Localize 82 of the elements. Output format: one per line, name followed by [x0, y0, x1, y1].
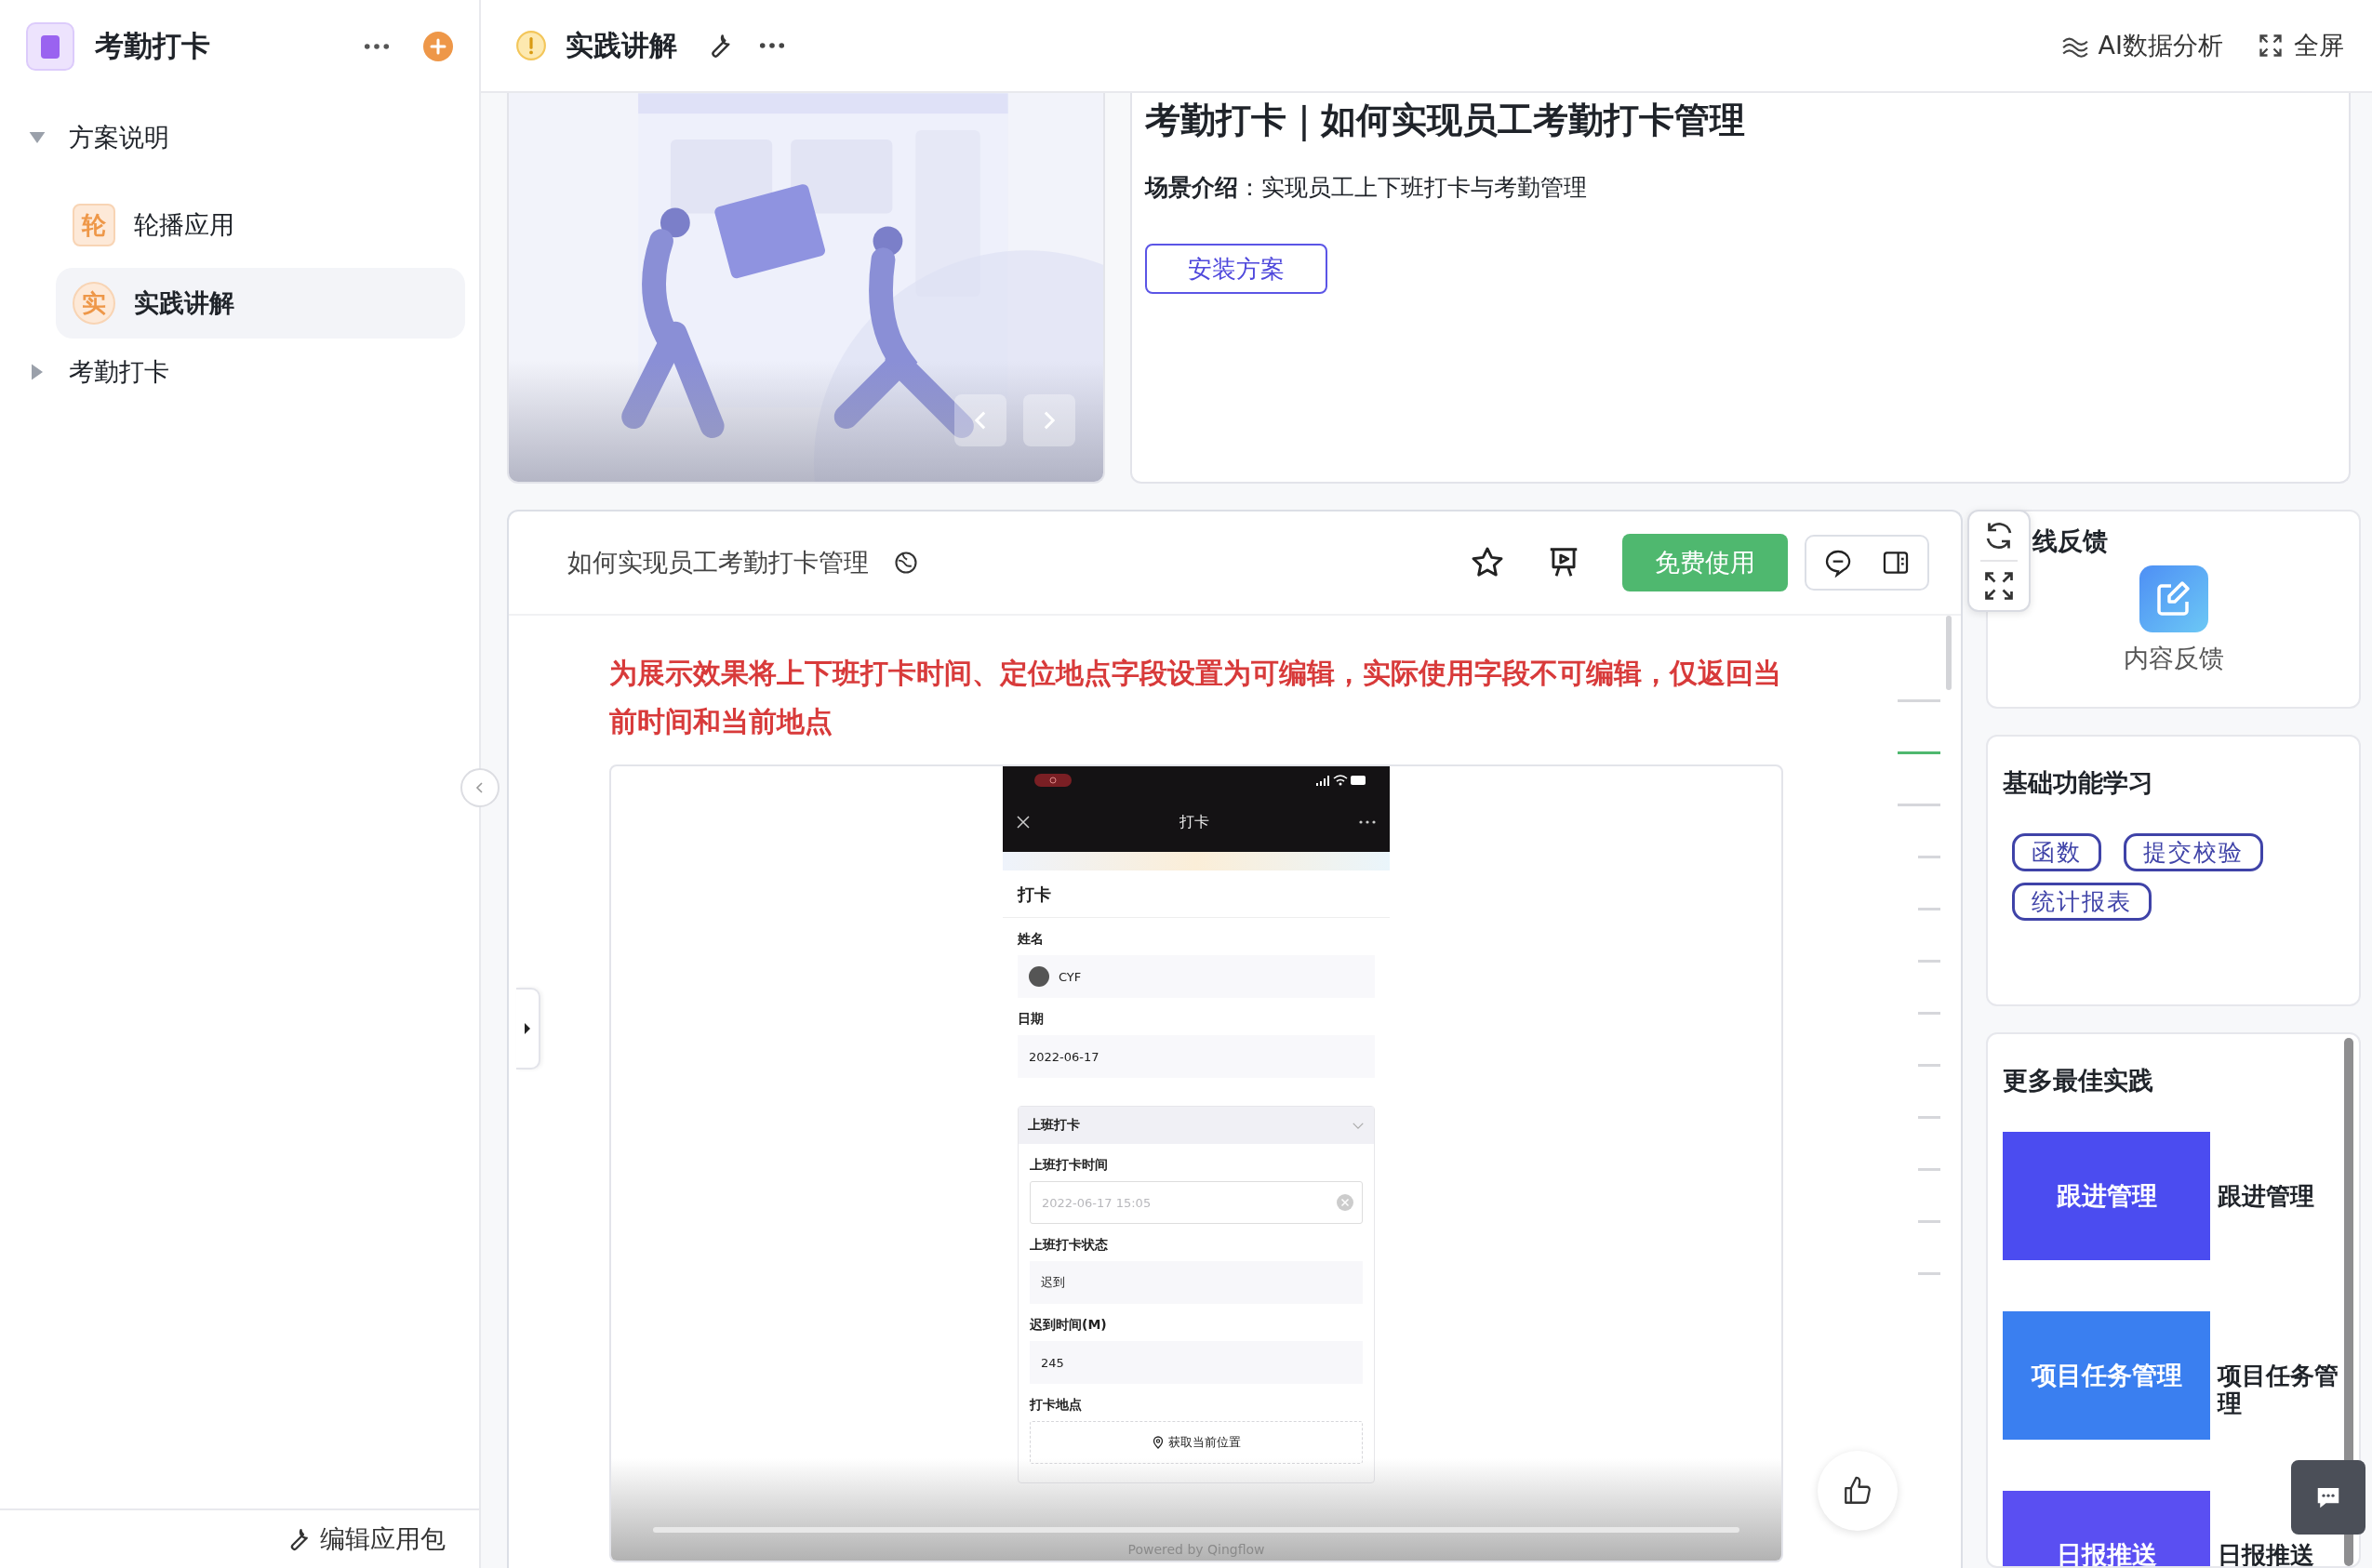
warning-icon: [515, 30, 547, 61]
expand-icon[interactable]: [1982, 569, 2016, 603]
analysis-button[interactable]: AI数据分析: [2060, 29, 2223, 62]
item-badge: 轮: [73, 204, 115, 246]
comment-icon[interactable]: [1823, 548, 1853, 578]
text-field[interactable]: 迟到: [1030, 1261, 1363, 1304]
chevron-down-icon: [1352, 1121, 1365, 1130]
text-field[interactable]: 245: [1030, 1341, 1363, 1384]
name-field[interactable]: CYF: [1018, 955, 1375, 998]
tree-item[interactable]: 轮 轮播应用: [56, 190, 465, 260]
expand-tab[interactable]: [516, 988, 540, 1070]
edit-icon: [2139, 565, 2208, 632]
outline-marker[interactable]: [1918, 1064, 1940, 1067]
status-icons: [1315, 774, 1367, 787]
solution-title: 考勤打卡｜如何实现员工考勤打卡管理: [1145, 99, 1746, 143]
clipboard-icon: [26, 22, 74, 71]
tree-item[interactable]: 考勤打卡: [26, 346, 453, 398]
add-icon[interactable]: [423, 32, 453, 61]
fullscreen-button[interactable]: 全屏: [2257, 29, 2344, 62]
install-button[interactable]: 安装方案: [1145, 244, 1327, 294]
outline-marker[interactable]: [1918, 1168, 1940, 1171]
outline-marker[interactable]: [1918, 908, 1940, 910]
previous-button[interactable]: [954, 394, 1006, 446]
practice-thumbnail[interactable]: 跟进管理: [2003, 1132, 2210, 1260]
get-location-button[interactable]: 获取当前位置: [1030, 1421, 1363, 1464]
more-icon[interactable]: [364, 43, 390, 50]
thumbs-up-icon: [1842, 1475, 1873, 1507]
item-badge: 实: [73, 282, 115, 325]
card-title: 基础功能学习: [2003, 767, 2154, 799]
practice-thumbnail[interactable]: 项目任务管理: [2003, 1311, 2210, 1440]
chevron-right-icon: [1044, 411, 1055, 430]
outline-marker[interactable]: [1898, 699, 1940, 702]
field-label: 打卡地点: [1030, 1396, 1083, 1414]
recording-icon: [1034, 774, 1072, 787]
outline-marker[interactable]: [1918, 1272, 1940, 1275]
field-label: 姓名: [1018, 930, 1045, 948]
fullscreen-icon: [2257, 33, 2285, 59]
close-icon[interactable]: [1016, 815, 1031, 830]
practice-link[interactable]: 跟进管理: [2218, 1182, 2348, 1210]
edit-package-button[interactable]: 编辑应用包: [285, 1522, 446, 1556]
more-icon[interactable]: [1358, 819, 1377, 825]
outline-marker[interactable]: [1918, 1012, 1940, 1015]
outline-marker[interactable]: [1918, 1220, 1940, 1223]
card-title: 更多最佳实践: [2003, 1065, 2154, 1096]
more-icon[interactable]: [759, 42, 785, 49]
notice-text: 为展示效果将上下班打卡时间、定位地点字段设置为可编辑，实际使用字段不可编辑，仅返回当前时间和当前地点: [609, 656, 1782, 739]
palette-icon[interactable]: [893, 550, 919, 576]
location-pin-icon: [1152, 1436, 1164, 1449]
nav-title: 打卡: [1179, 812, 1210, 832]
practice-link[interactable]: 项目任务管理: [2218, 1362, 2348, 1417]
outline-marker[interactable]: [1898, 804, 1940, 806]
section-header[interactable]: 上班打卡: [1019, 1107, 1374, 1144]
scene-intro: 场景介绍：实现员工上下班打卡与考勤管理: [1145, 173, 1588, 203]
topic-tag[interactable]: 提交校验: [2124, 833, 2263, 871]
next-button[interactable]: [1023, 394, 1075, 446]
outline-marker[interactable]: [1898, 751, 1940, 754]
topic-tag[interactable]: 统计报表: [2012, 883, 2152, 921]
content-feedback-button[interactable]: 内容反馈: [2123, 565, 2224, 675]
app-title: 考勤打卡: [95, 28, 211, 64]
card-title: 线反馈: [2032, 525, 2109, 557]
tree-item[interactable]: 方案说明: [26, 112, 453, 164]
scrollbar[interactable]: [653, 1527, 1739, 1533]
page-title: 实践讲解: [566, 27, 677, 63]
document-title: 如何实现员工考勤打卡管理: [567, 547, 869, 578]
collapse-button[interactable]: [460, 768, 500, 807]
outline-marker[interactable]: [1918, 1116, 1940, 1119]
outline-marker[interactable]: [1918, 960, 1940, 963]
chat-button[interactable]: [2291, 1460, 2365, 1535]
like-button[interactable]: [1818, 1451, 1898, 1531]
triangle-right-icon: [523, 1021, 532, 1036]
outline-marker[interactable]: [1918, 856, 1940, 858]
field-label: 上班打卡时间: [1030, 1156, 1109, 1174]
field-label: 日期: [1018, 1010, 1045, 1028]
date-field[interactable]: 2022-06-17: [1018, 1035, 1375, 1078]
chevron-left-icon: [975, 411, 986, 430]
field-label: 上班打卡状态: [1030, 1236, 1109, 1254]
scrollbar[interactable]: [1946, 616, 1952, 690]
topic-tag[interactable]: 函数: [2012, 833, 2101, 871]
field-label: 迟到时间(M): [1030, 1316, 1108, 1334]
tree-item[interactable]: 实 实践讲解: [56, 268, 465, 339]
form-title: 打卡: [1003, 870, 1390, 918]
clear-icon[interactable]: [1336, 1193, 1354, 1212]
